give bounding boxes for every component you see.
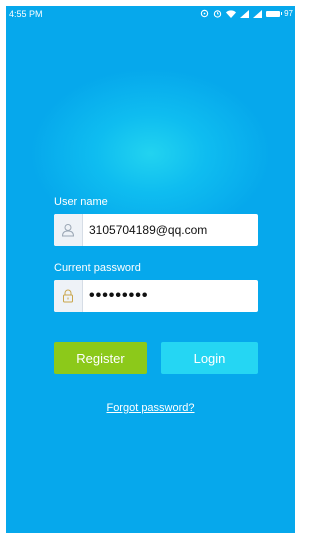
alarm-icon	[213, 9, 222, 18]
battery-percentage: 97	[284, 9, 293, 18]
username-value: 3105704189@qq.com	[89, 223, 208, 237]
sync-icon	[200, 9, 209, 18]
login-screen: 4:55 PM 97 User name 3105704189@qq.com C…	[6, 6, 295, 533]
username-field[interactable]: 3105704189@qq.com	[54, 214, 258, 246]
status-icons: 97	[200, 9, 293, 18]
wifi-icon	[226, 9, 237, 18]
password-value: •••••••••	[89, 287, 149, 304]
battery-icon: 97	[266, 9, 293, 18]
username-label: User name	[54, 196, 108, 208]
user-icon	[54, 214, 83, 246]
password-label: Current password	[54, 262, 141, 274]
lock-icon	[54, 280, 83, 312]
login-button[interactable]: Login	[161, 342, 258, 374]
status-bar: 4:55 PM 97	[6, 6, 295, 22]
password-field[interactable]: •••••••••	[54, 280, 258, 312]
signal-icon	[253, 9, 263, 18]
signal-icon	[240, 9, 250, 18]
register-button[interactable]: Register	[54, 342, 147, 374]
status-time: 4:55 PM	[9, 9, 43, 19]
forgot-password-link[interactable]: Forgot password?	[6, 402, 295, 414]
